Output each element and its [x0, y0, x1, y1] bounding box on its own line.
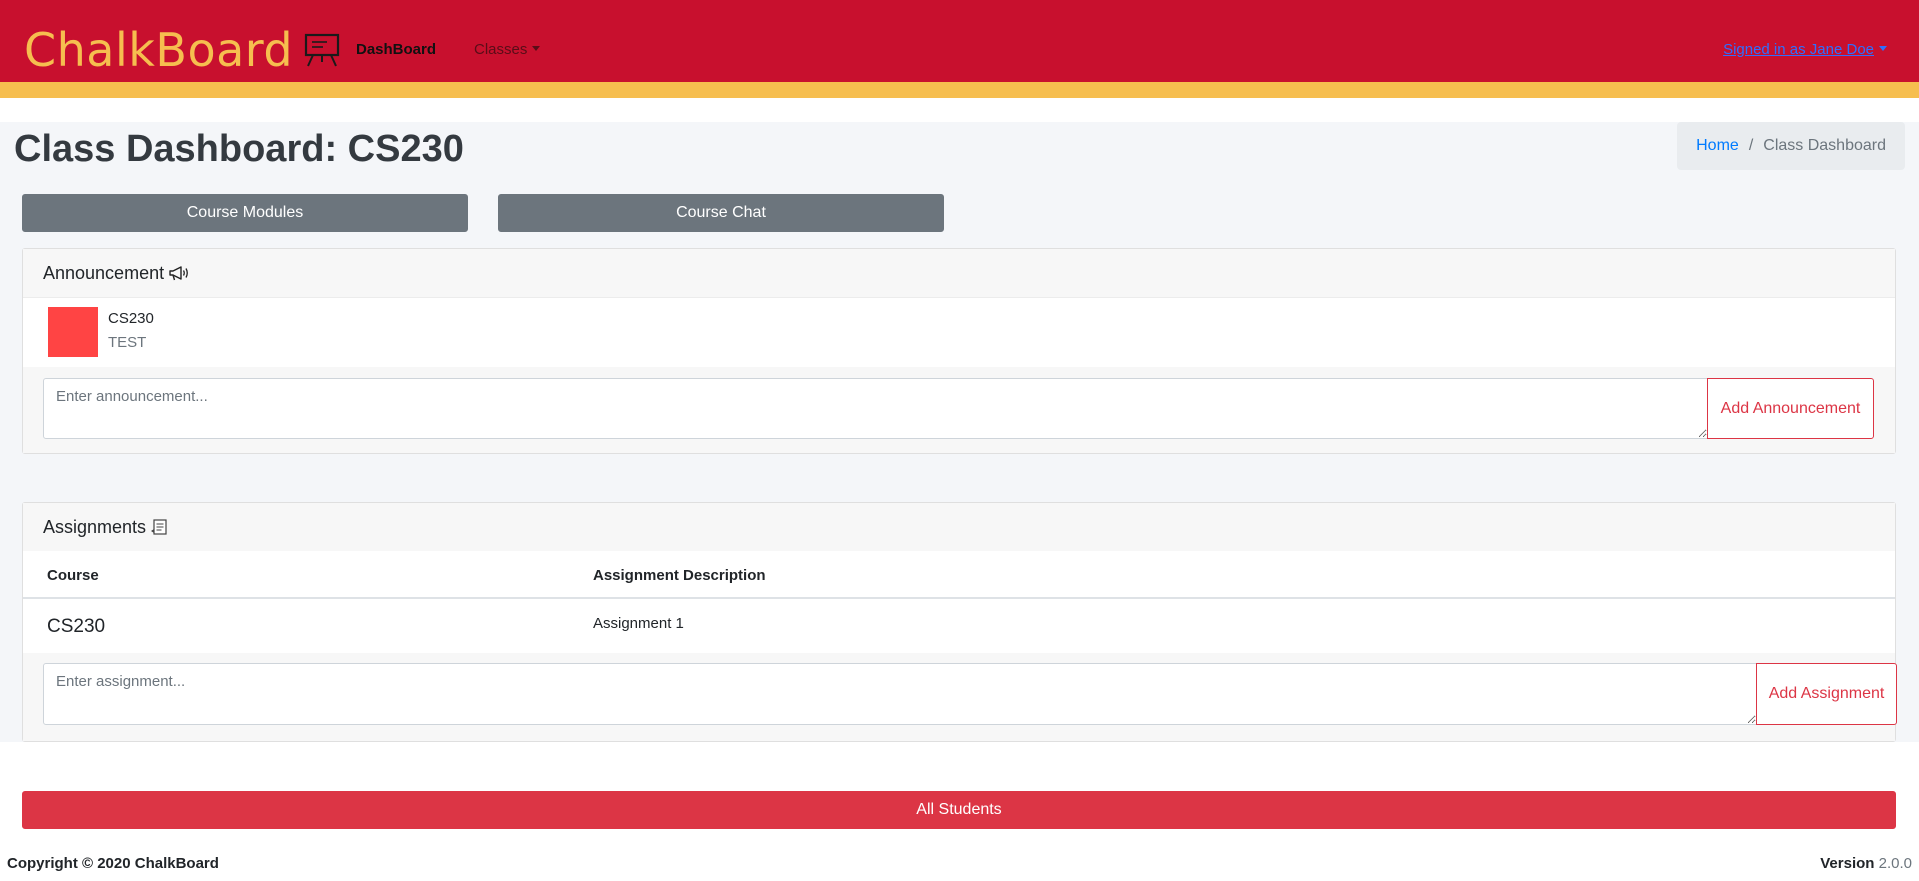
breadcrumb-current: Class Dashboard — [1763, 137, 1886, 154]
assignments-header: Assignments — [23, 503, 1895, 552]
brand-logo[interactable]: ChalkBoard — [24, 22, 341, 78]
nav-classes-dropdown[interactable]: Classes — [474, 40, 541, 60]
assignment-textarea[interactable] — [43, 663, 1757, 725]
chalkboard-icon — [303, 32, 341, 73]
nav-classes-label: Classes — [474, 41, 528, 58]
course-chat-button[interactable]: Course Chat — [498, 194, 944, 232]
user-menu-label: Signed in as Jane Doe — [1723, 41, 1874, 58]
column-header-course: Course — [47, 567, 99, 584]
breadcrumb-home-link[interactable]: Home — [1696, 137, 1739, 155]
announcement-header: Announcement — [23, 249, 1895, 298]
footer-copyright: Copyright © 2020 ChalkBoard — [7, 855, 219, 872]
breadcrumb: Home / Class Dashboard — [1677, 122, 1905, 170]
announcement-textarea[interactable] — [43, 378, 1708, 439]
nav-dashboard-link[interactable]: DashBoard — [356, 40, 436, 60]
add-assignment-button[interactable]: Add Assignment — [1756, 663, 1897, 725]
assignments-table-header: Course Assignment Description — [23, 551, 1895, 599]
column-header-description: Assignment Description — [593, 567, 766, 584]
footer-version: Version 2.0.0 — [1820, 855, 1912, 872]
assignment-input-area: Add Assignment — [23, 653, 1897, 741]
megaphone-icon — [169, 266, 188, 281]
announcement-card: Announcement CS230 TEST Add Announcement — [22, 248, 1896, 454]
document-icon — [151, 519, 167, 535]
version-number: 2.0.0 — [1878, 855, 1912, 872]
assignments-title: Assignments — [43, 516, 147, 537]
user-menu-dropdown[interactable]: Signed in as Jane Doe — [1723, 40, 1887, 60]
announcement-message: TEST — [108, 334, 147, 351]
announcement-item: CS230 TEST — [48, 307, 154, 357]
announcement-course: CS230 — [108, 310, 154, 327]
page-title: Class Dashboard: CS230 — [14, 128, 464, 170]
announcement-title: Announcement — [43, 262, 165, 283]
top-navbar: ChalkBoard DashBoard Classes Signed in a… — [0, 0, 1919, 98]
main-content: Class Dashboard: CS230 Home / Class Dash… — [0, 122, 1919, 742]
add-announcement-button[interactable]: Add Announcement — [1707, 378, 1874, 439]
version-label: Version — [1820, 855, 1875, 872]
brand-name[interactable]: ChalkBoard — [24, 22, 293, 78]
chevron-down-icon — [532, 46, 541, 51]
course-modules-button[interactable]: Course Modules — [22, 194, 468, 232]
chevron-down-icon — [1879, 46, 1887, 51]
all-students-button[interactable]: All Students — [22, 791, 1896, 829]
assignment-course-cell: CS230 — [47, 616, 106, 637]
breadcrumb-separator: / — [1748, 137, 1754, 154]
announcement-color-swatch — [48, 307, 98, 357]
table-row: CS230 Assignment 1 — [23, 599, 1895, 653]
assignment-description-cell: Assignment 1 — [593, 615, 684, 632]
assignments-card: Assignments Course Assignment Descriptio… — [22, 502, 1897, 742]
announcement-input-area: Add Announcement — [23, 367, 1895, 453]
